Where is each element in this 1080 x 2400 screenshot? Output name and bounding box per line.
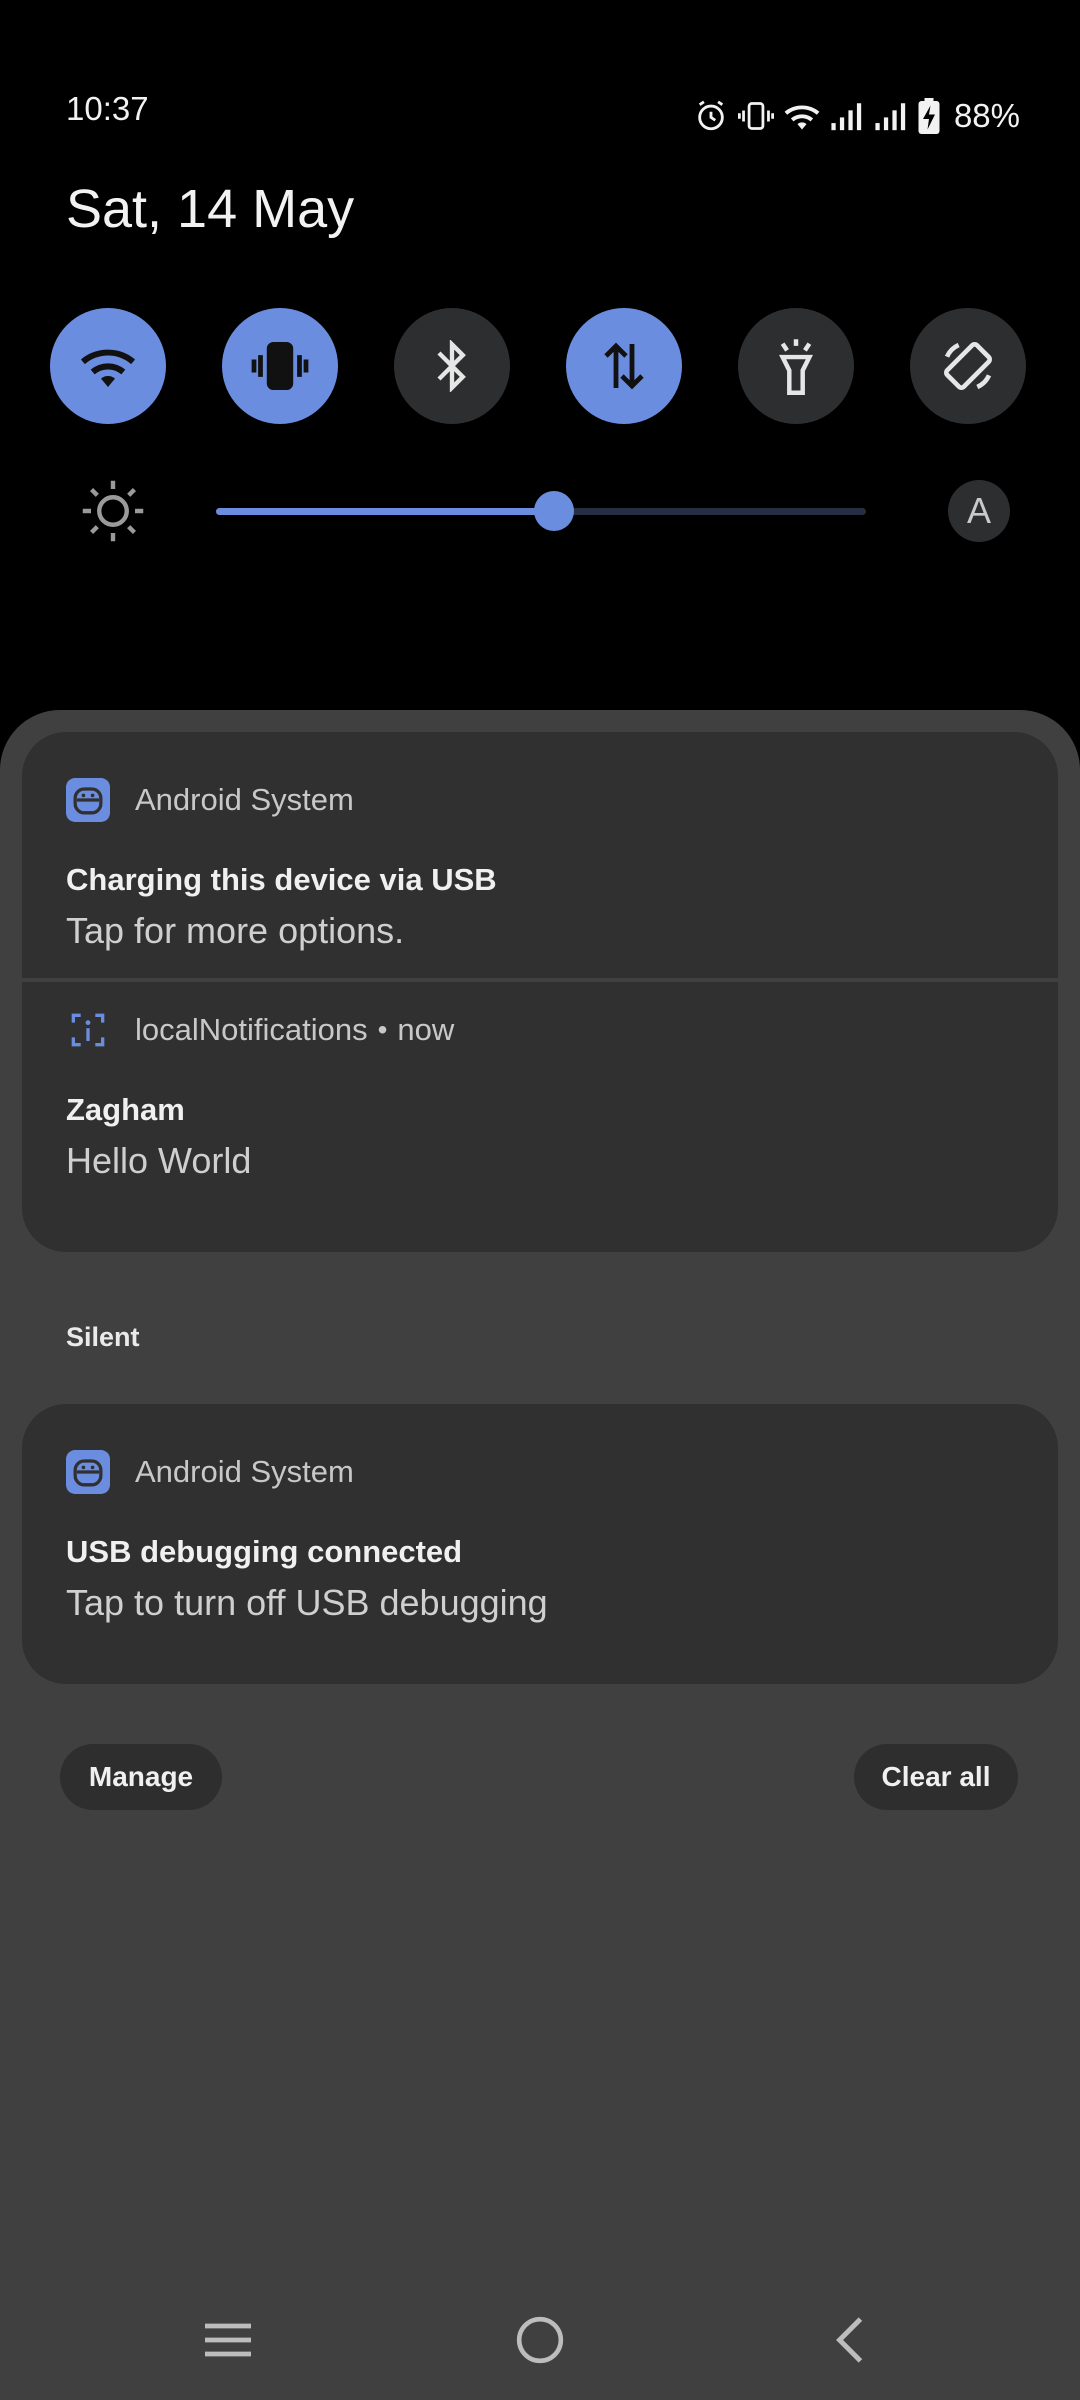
notification-separator: • [377, 1014, 388, 1045]
mobile-data-icon [604, 342, 644, 390]
recents-icon [205, 2323, 251, 2357]
manage-button[interactable]: Manage [60, 1744, 222, 1810]
brightness-slider[interactable] [216, 491, 866, 531]
notification-app-name: Android System [135, 782, 354, 817]
bluetooth-tile[interactable] [394, 308, 510, 424]
notification-group: Android System Charging this device via … [22, 732, 1058, 1252]
back-icon [836, 2317, 863, 2363]
android-system-icon [66, 778, 110, 822]
home-icon [516, 2316, 564, 2364]
auto-brightness-button[interactable]: A [948, 480, 1010, 542]
mobile-data-tile[interactable] [566, 308, 682, 424]
battery-charging-icon [918, 98, 940, 134]
notification-text: Tap for more options. [66, 910, 405, 951]
brightness-icon [82, 480, 144, 542]
notification-local[interactable]: localNotifications • now Zagham Hello Wo… [66, 1008, 1018, 1182]
notification-panel: Android System Charging this device via … [0, 710, 1080, 2400]
brightness-slider-thumb[interactable] [534, 491, 574, 531]
navigation-bar [0, 2300, 1080, 2380]
info-icon [71, 1013, 105, 1047]
notification-charging[interactable]: Android System Charging this device via … [66, 778, 1018, 952]
vibrate-icon [251, 341, 309, 391]
wifi-icon [784, 105, 820, 130]
notification-app-name: Android System [135, 1454, 354, 1489]
flashlight-tile[interactable] [738, 308, 854, 424]
notification-text: Hello World [66, 1140, 252, 1181]
notification-title: Zagham [66, 1092, 185, 1127]
notification-title: USB debugging connected [66, 1534, 463, 1569]
signal-icon [875, 103, 906, 131]
brightness-control: A [80, 478, 1010, 544]
notification-app-name: localNotifications [135, 1012, 368, 1047]
home-button[interactable] [500, 2300, 580, 2380]
brightness-slider-fill [216, 508, 554, 515]
notification-content: Android System USB debugging connected T… [66, 1450, 1018, 1624]
vibrate-icon [737, 102, 774, 130]
alarm-icon [698, 100, 724, 131]
notification-header: localNotifications • now [66, 1008, 1018, 1052]
recents-button[interactable] [188, 2300, 268, 2380]
signal-icon [831, 103, 862, 131]
android-system-icon [66, 1450, 110, 1494]
notification-shade: 10:37 88% Sat, 14 May A Android System C… [0, 0, 1080, 2400]
notification-divider [22, 978, 1058, 982]
wifi-tile[interactable] [50, 308, 166, 424]
vibrate-tile[interactable] [222, 308, 338, 424]
bluetooth-icon [437, 340, 466, 392]
notification-title: Charging this device via USB [66, 862, 497, 897]
notification-usb-debugging[interactable]: Android System USB debugging connected T… [22, 1404, 1058, 1684]
status-icons: 88% [694, 96, 1020, 136]
back-button[interactable] [810, 2300, 890, 2380]
wifi-icon [80, 349, 136, 387]
notification-header: Android System [66, 778, 1018, 822]
quick-settings-tiles [50, 308, 1026, 424]
silent-section-label: Silent [66, 1322, 140, 1352]
battery-percentage: 88% [953, 97, 1020, 134]
auto-rotate-tile[interactable] [910, 308, 1026, 424]
status-time: 10:37 [66, 90, 149, 127]
notification-time: now [397, 1012, 455, 1047]
notification-header: Android System [66, 1450, 1018, 1494]
flashlight-icon [779, 339, 813, 395]
auto-rotate-icon [944, 342, 992, 390]
clear-all-button[interactable]: Clear all [854, 1744, 1018, 1810]
date-label: Sat, 14 May [66, 179, 355, 239]
notification-text: Tap to turn off USB debugging [66, 1582, 548, 1623]
